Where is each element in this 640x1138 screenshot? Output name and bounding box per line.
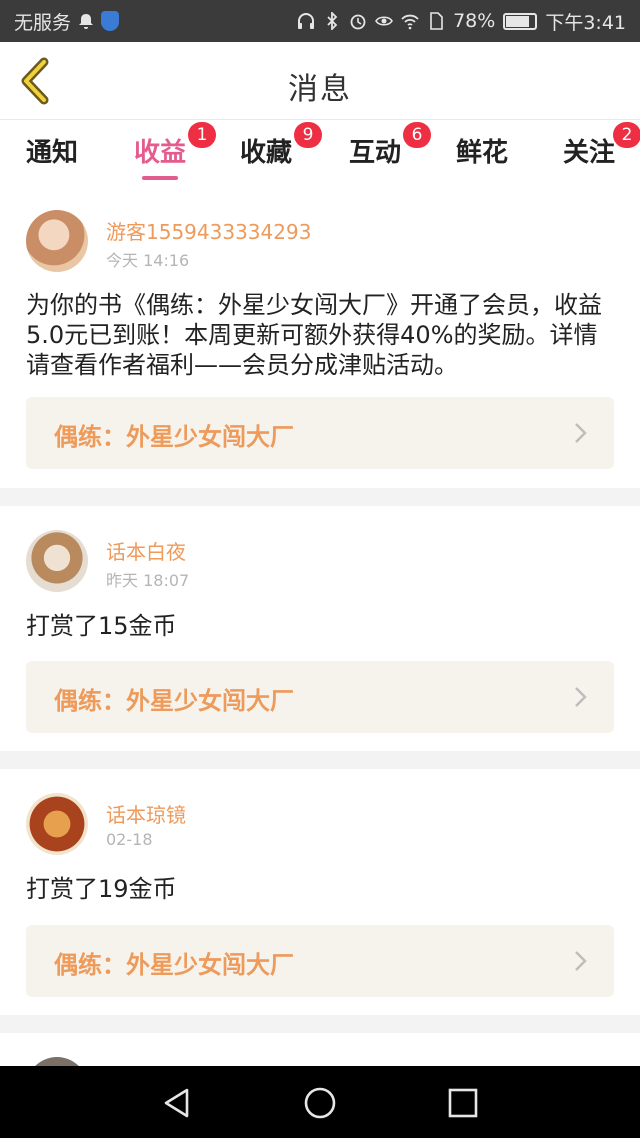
divider [0,751,640,769]
tab-earnings[interactable]: 收益 1 [134,122,217,180]
bluetooth-icon [327,12,338,30]
avatar[interactable] [26,1057,88,1066]
back-triangle-icon[interactable] [160,1086,194,1120]
battery-icon [503,12,538,30]
tab-label: 收藏 [240,138,293,168]
book-link[interactable]: 偶练：外星少女闯大厂 [26,397,614,469]
shield-icon [101,11,120,31]
system-nav-bar [0,1066,640,1138]
book-link[interactable]: 偶练：外星少女闯大厂 [26,925,614,997]
active-tab-indicator [142,176,179,180]
page-title: 消息 [288,72,352,107]
message-card: 话本白夜 昨天 18:07 打赏了15金币 偶练：外星少女闯大厂 [0,506,640,751]
header: 消息 [0,42,640,120]
carrier-text: 无服务 [14,11,72,34]
chevron-right-icon [575,423,587,443]
message-content: 打赏了15金币 [26,612,177,640]
message-time: 02-18 [106,830,153,849]
message-content: 为你的书《偶练：外星少女闯大厂》开通了会员，收益5.0元已到账！本周更新可额外获… [26,291,602,379]
divider [0,1015,640,1033]
clock-text: 下午3:41 [545,11,626,34]
message-time: 今天 14:16 [106,251,190,270]
username[interactable]: 话本琼镜 [106,799,186,828]
book-title: 偶练：外星少女闯大厂 [54,687,294,715]
eye-icon [375,16,394,26]
unread-badge: 2 [613,122,640,148]
tab-label: 收益 [134,138,187,168]
tab-label: 鲜花 [456,138,509,168]
recent-apps-icon[interactable] [446,1086,480,1120]
message-card: 话本琼镜 02-18 打赏了19金币 偶练：外星少女闯大厂 [0,769,640,1015]
tab-label: 关注 [563,138,616,168]
username[interactable]: 话本白夜 [106,536,186,565]
message-time: 昨天 18:07 [106,571,190,590]
message-content: 打赏了19金币 [26,875,177,903]
book-title: 偶练：外星少女闯大厂 [54,951,294,979]
home-circle-icon[interactable] [303,1086,337,1120]
avatar[interactable] [26,793,88,855]
sim-card-icon [430,12,443,30]
book-link[interactable]: 偶练：外星少女闯大厂 [26,661,614,733]
username[interactable]: 游客1559433334293 [106,216,311,245]
chevron-right-icon [575,687,587,707]
divider [0,488,640,506]
bell-icon [79,14,94,29]
unread-badge: 1 [188,122,217,148]
message-card: 游客1559433334293 今天 14:16 为你的书《偶练：外星少女闯大厂… [0,186,640,488]
avatar[interactable] [26,210,88,272]
headphones-icon [298,13,315,29]
unread-badge: 6 [403,122,432,148]
avatar[interactable] [26,530,88,592]
message-card [0,1033,640,1066]
tab-label: 互动 [349,138,402,168]
alarm-icon [350,14,366,30]
tab-bar: 通知 收益 1 收藏 9 互动 6 鲜花 关注 2 [0,120,640,186]
tab-interactions[interactable]: 互动 6 [349,122,432,178]
tab-flowers[interactable]: 鲜花 [456,132,508,178]
battery-percent: 78% [453,10,496,32]
tab-follows[interactable]: 关注 2 [563,122,640,178]
chevron-right-icon [575,951,587,971]
unread-badge: 9 [294,122,323,148]
status-bar: 无服务 78% 下午3:41 [0,0,640,42]
book-title: 偶练：外星少女闯大厂 [54,423,294,451]
tab-notifications[interactable]: 通知 [26,132,78,178]
tab-label: 通知 [26,138,79,168]
tab-favorites[interactable]: 收藏 9 [240,122,323,178]
wifi-icon [401,14,419,30]
